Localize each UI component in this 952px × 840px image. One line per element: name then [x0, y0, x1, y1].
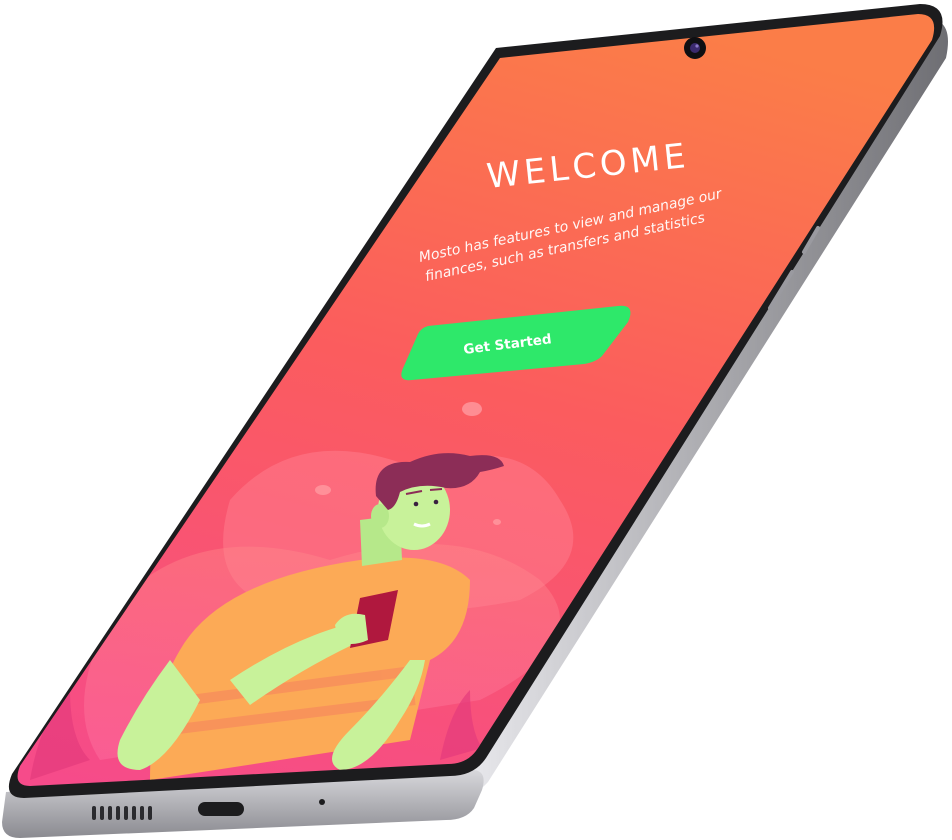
app-screen: WELCOME Mosto has features to view and m… [17, 14, 935, 786]
decor-bubble [315, 485, 331, 495]
phone-mockup: WELCOME Mosto has features to view and m… [2, 4, 949, 838]
front-camera-icon [684, 37, 706, 59]
usb-c-port-icon [198, 802, 244, 816]
decor-bubble [462, 402, 482, 416]
microphone-icon [319, 799, 325, 805]
decor-bubble [493, 519, 501, 525]
mockup-stage: WELCOME Mosto has features to view and m… [0, 0, 952, 840]
